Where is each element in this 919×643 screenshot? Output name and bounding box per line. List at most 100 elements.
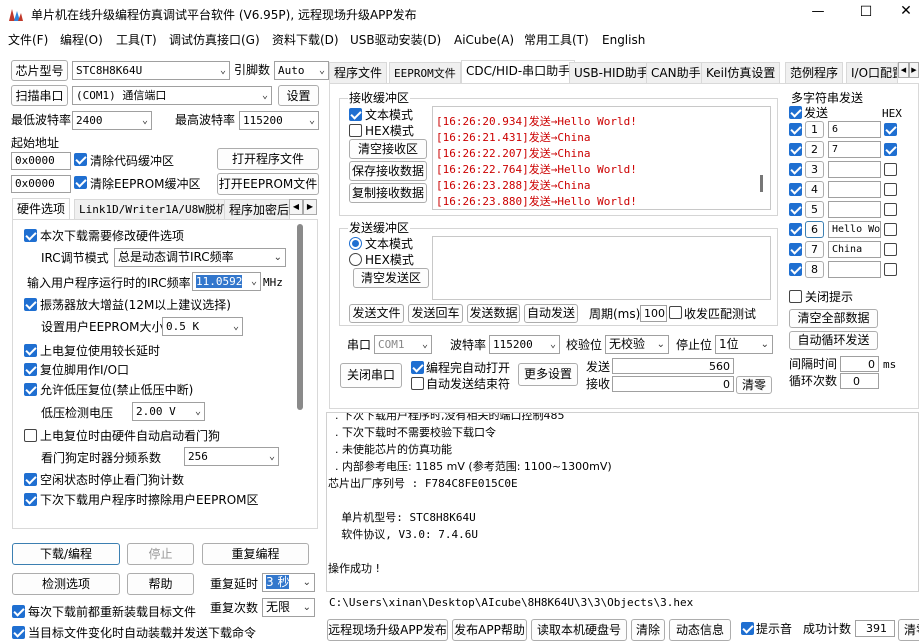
- tab-keil-sim[interactable]: Keil仿真设置: [701, 62, 781, 83]
- tab-scroll-left-icon[interactable]: ◀: [289, 199, 303, 215]
- auto-end-checkbox[interactable]: [411, 377, 424, 390]
- min-baud-select[interactable]: 2400 ⌄: [72, 111, 152, 130]
- menu-tools[interactable]: 工具(T): [116, 33, 157, 47]
- stop-button[interactable]: 停止: [127, 543, 194, 565]
- multi-row-text-input[interactable]: [828, 261, 881, 278]
- send-data-button[interactable]: 发送数据: [467, 304, 520, 323]
- stop-bits-select[interactable]: 1位 ⌄: [715, 335, 773, 354]
- menu-debug[interactable]: 调试仿真接口(G): [169, 33, 260, 47]
- irc-mode-select[interactable]: 总是动态调节IRC频率 ⌄: [114, 248, 286, 267]
- hw-scrollbar[interactable]: [297, 224, 303, 410]
- multi-row-send-button[interactable]: 3: [805, 161, 824, 178]
- multi-row-send-button[interactable]: 8: [805, 261, 824, 278]
- multi-row-text-input[interactable]: 6: [828, 121, 881, 138]
- eeprom-address-input[interactable]: 0x0000: [11, 175, 71, 193]
- publish-help-button[interactable]: 发布APP帮助: [452, 619, 527, 641]
- repeat-count-select[interactable]: 无限 ⌄: [262, 598, 315, 617]
- code-address-input[interactable]: 0x0000: [11, 152, 71, 170]
- menu-program[interactable]: 编程(O): [60, 33, 103, 47]
- multi-send-all-checkbox[interactable]: [789, 106, 802, 119]
- max-baud-select[interactable]: 115200 ⌄: [239, 111, 319, 130]
- menu-file[interactable]: 文件(F): [8, 33, 48, 47]
- lvd-select[interactable]: 2.00 V ⌄: [132, 402, 205, 421]
- multi-row-hex-checkbox[interactable]: [884, 263, 897, 276]
- auto-send-button[interactable]: 自动发送: [524, 304, 578, 323]
- tab-examples[interactable]: 范例程序: [785, 62, 844, 83]
- auto-loop-send-button[interactable]: 自动循环发送: [789, 331, 878, 350]
- port-select[interactable]: COM1 ⌄: [374, 335, 432, 354]
- multi-row-hex-checkbox[interactable]: [884, 183, 897, 196]
- multi-row-send-button[interactable]: 4: [805, 181, 824, 198]
- scan-port-button[interactable]: 扫描串口: [11, 85, 68, 106]
- multi-row-text-input[interactable]: [828, 201, 881, 218]
- loop-count-input[interactable]: 0: [840, 373, 879, 389]
- tab-io-config[interactable]: I/O口配置: [846, 62, 898, 83]
- dynamic-info-button[interactable]: 动态信息: [669, 619, 731, 641]
- menu-aicube[interactable]: AiCube(A): [454, 33, 514, 47]
- menu-english[interactable]: English: [602, 33, 645, 47]
- multi-row-hex-checkbox[interactable]: [884, 223, 897, 236]
- multi-row-send-button[interactable]: 6: [805, 221, 824, 238]
- multi-row-send-checkbox[interactable]: [789, 163, 802, 176]
- tip-sound-checkbox[interactable]: [741, 622, 754, 635]
- tab-cdc-serial-assistant[interactable]: CDC/HID-串口助手: [461, 60, 576, 83]
- download-program-button[interactable]: 下载/编程: [12, 543, 120, 565]
- multi-row-text-input[interactable]: 7: [828, 141, 881, 158]
- tabs-scroll-right-icon[interactable]: ▶: [909, 62, 919, 78]
- idle-wdt-checkbox[interactable]: [24, 473, 37, 486]
- menu-common-tools[interactable]: 常用工具(T): [524, 33, 589, 47]
- parity-select[interactable]: 无校验 ⌄: [605, 335, 669, 354]
- multi-row-send-checkbox[interactable]: [789, 243, 802, 256]
- multi-row-hex-checkbox[interactable]: [884, 243, 897, 256]
- menu-download[interactable]: 资料下载(D): [272, 33, 339, 47]
- close-hint-checkbox[interactable]: [789, 290, 802, 303]
- pin-count-select[interactable]: Auto ⌄: [274, 61, 329, 80]
- multi-row-text-input[interactable]: Hello Wo: [828, 221, 881, 238]
- multi-row-send-checkbox[interactable]: [789, 123, 802, 136]
- help-button[interactable]: 帮助: [127, 573, 194, 595]
- irc-freq-select[interactable]: 11.0592 ⌄: [192, 272, 261, 291]
- repeat-delay-select[interactable]: 3 秒 ⌄: [262, 573, 315, 592]
- close-button[interactable]: ✕: [896, 3, 916, 19]
- open-eeprom-button[interactable]: 打开EEPROM文件: [217, 173, 319, 195]
- more-settings-button[interactable]: 更多设置: [518, 363, 578, 386]
- reset-io-checkbox[interactable]: [24, 363, 37, 376]
- tab-hardware-options[interactable]: 硬件选项: [12, 198, 71, 219]
- auto-wdt-checkbox[interactable]: [24, 429, 37, 442]
- multi-row-hex-checkbox[interactable]: [884, 203, 897, 216]
- menu-usb-driver[interactable]: USB驱动安装(D): [350, 33, 441, 47]
- multi-row-send-button[interactable]: 2: [805, 141, 824, 158]
- low-voltage-reset-checkbox[interactable]: [24, 383, 37, 396]
- match-test-checkbox[interactable]: [669, 306, 682, 319]
- send-textarea[interactable]: [432, 236, 771, 300]
- send-enter-button[interactable]: 发送回车: [408, 304, 463, 323]
- multi-row-hex-checkbox[interactable]: [884, 143, 897, 156]
- clear-code-checkbox[interactable]: [74, 153, 87, 166]
- multi-row-hex-checkbox[interactable]: [884, 123, 897, 136]
- close-port-button[interactable]: 关闭串口: [340, 363, 402, 388]
- multi-row-hex-checkbox[interactable]: [884, 163, 897, 176]
- clear-count-button[interactable]: 清零: [736, 376, 772, 394]
- clear-send-button[interactable]: 清空发送区: [353, 268, 429, 288]
- long-delay-checkbox[interactable]: [24, 344, 37, 357]
- clear-success-button[interactable]: 清零: [898, 619, 919, 641]
- log-output[interactable]: . 下次下载用户程序时,没有相关的端口控制485 . 下次下载时不需要校验下载口…: [326, 412, 919, 592]
- multi-row-text-input[interactable]: China: [828, 241, 881, 258]
- settings-button[interactable]: 设置: [278, 85, 319, 106]
- repeat-program-button[interactable]: 重复编程: [202, 543, 309, 565]
- receive-scrollbar[interactable]: [760, 175, 763, 192]
- multi-row-text-input[interactable]: [828, 181, 881, 198]
- recv-text-mode-checkbox[interactable]: [349, 108, 362, 121]
- send-hex-mode-radio[interactable]: [349, 253, 362, 266]
- reload-checkbox[interactable]: [12, 605, 25, 618]
- clear-receive-button[interactable]: 清空接收区: [349, 139, 427, 159]
- multi-row-send-button[interactable]: 5: [805, 201, 824, 218]
- erase-eeprom-checkbox[interactable]: [24, 493, 37, 506]
- tabs-scroll-left-icon[interactable]: ◀: [898, 62, 909, 78]
- period-input[interactable]: 100: [640, 305, 667, 322]
- send-file-button[interactable]: 发送文件: [349, 304, 404, 323]
- clear-button[interactable]: 清除: [631, 619, 665, 641]
- osc-gain-checkbox[interactable]: [24, 298, 37, 311]
- publish-app-button[interactable]: 远程现场升级APP发布: [327, 619, 448, 641]
- multi-row-send-checkbox[interactable]: [789, 143, 802, 156]
